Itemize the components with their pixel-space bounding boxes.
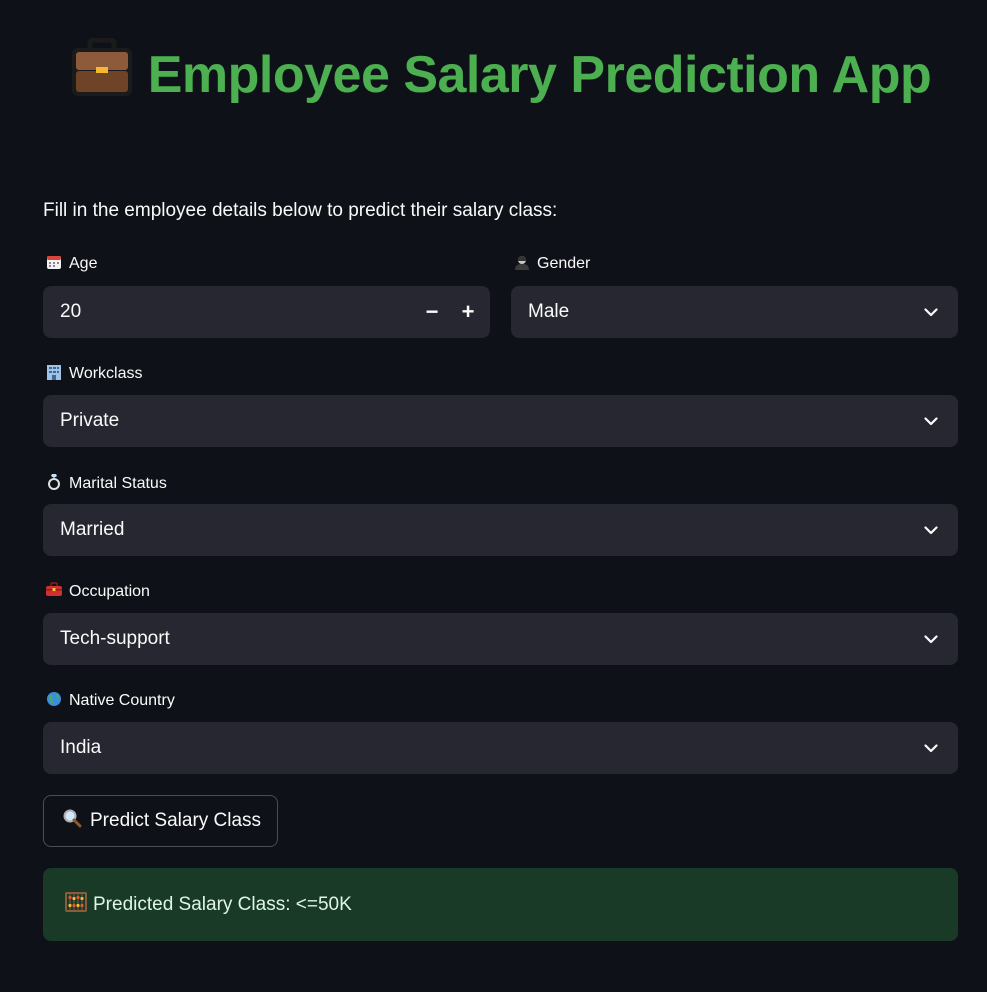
page-title-text: Employee Salary Prediction App [147, 46, 932, 104]
age-decrement-button[interactable]: − [414, 294, 450, 330]
native-country-label-text: Native Country [69, 692, 175, 709]
chevron-down-icon[interactable] [918, 299, 944, 325]
age-label-text: Age [69, 255, 98, 272]
occupation-value: Tech-support [60, 628, 170, 649]
toolbox-icon [45, 582, 63, 601]
marital-status-label: Marital Status [45, 473, 167, 494]
prediction-result-text: Predicted Salary Class: <=50K [93, 893, 352, 915]
workclass-select[interactable]: Private [43, 395, 958, 447]
workclass-label-text: Workclass [69, 365, 143, 382]
search-icon [62, 808, 82, 834]
age-number-input[interactable]: 20 − + [43, 286, 490, 338]
predict-salary-button[interactable]: Predict Salary Class [43, 795, 279, 847]
calendar-icon [45, 254, 63, 274]
age-label: Age [45, 254, 97, 274]
abacus-icon [65, 891, 87, 918]
occupation-select[interactable]: Tech-support [43, 613, 958, 665]
main-container: Employee Salary Prediction App Fill in t… [43, 0, 958, 941]
occupation-label-text: Occupation [69, 582, 150, 600]
native-country-label: Native Country [45, 691, 175, 711]
prediction-result-alert: Predicted Salary Class: <=50K [43, 868, 958, 941]
workclass-label: Workclass [45, 364, 143, 384]
marital-status-select[interactable]: Married [43, 504, 958, 556]
briefcase-icon [70, 37, 134, 115]
age-value[interactable]: 20 [60, 301, 414, 323]
chevron-down-icon[interactable] [918, 735, 944, 761]
predict-salary-button-label[interactable]: Predict Salary Class [90, 810, 261, 832]
native-country-select[interactable]: India [43, 722, 958, 774]
gender-label-text: Gender [537, 255, 591, 272]
globe-icon [45, 691, 63, 711]
marital-status-label-text: Marital Status [69, 474, 167, 492]
chevron-down-icon[interactable] [918, 408, 944, 434]
chevron-down-icon[interactable] [918, 626, 944, 652]
intro-text: Fill in the employee details below to pr… [43, 200, 558, 221]
office-building-icon [45, 364, 63, 384]
gender-value: Male [528, 301, 570, 322]
occupation-label: Occupation [45, 582, 150, 601]
gender-select[interactable]: Male [511, 286, 958, 338]
marital-status-value: Married [60, 519, 125, 540]
workclass-value: Private [60, 410, 120, 431]
gender-label: Gender [513, 254, 590, 274]
native-country-value: India [60, 737, 102, 758]
age-increment-button[interactable]: + [450, 294, 486, 330]
ring-icon [45, 473, 63, 494]
chevron-down-icon[interactable] [918, 517, 944, 543]
page-title: Employee Salary Prediction App [43, 0, 958, 115]
person-icon [513, 254, 531, 274]
